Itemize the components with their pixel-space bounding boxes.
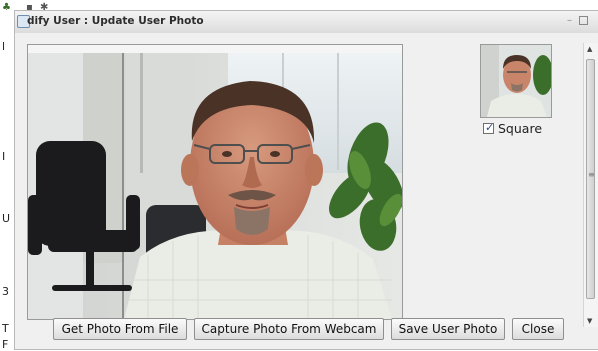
action-buttons: Get Photo From File Capture Photo From W… bbox=[53, 318, 564, 340]
close-button[interactable]: Close bbox=[512, 318, 564, 340]
save-user-photo-button[interactable]: Save User Photo bbox=[391, 318, 505, 340]
bg-text: 3 bbox=[2, 285, 9, 298]
scrollbar-thumb[interactable]: ≡ bbox=[586, 59, 595, 299]
get-photo-from-file-button[interactable]: Get Photo From File bbox=[53, 318, 187, 340]
photo-preview-thumbnail bbox=[480, 44, 552, 118]
square-label: Square bbox=[498, 121, 543, 136]
arrow-down-icon[interactable]: ▼ bbox=[587, 317, 592, 325]
minimize-button[interactable]: – bbox=[567, 15, 572, 26]
dialog-title: dify User : Update User Photo bbox=[27, 15, 204, 27]
preview-image bbox=[481, 45, 551, 117]
grip-icon: ≡ bbox=[588, 170, 595, 179]
checkmark-icon: ✓ bbox=[485, 121, 495, 134]
square-option[interactable]: ✓ Square bbox=[483, 121, 542, 136]
bg-text: I bbox=[2, 150, 6, 163]
vertical-scrollbar[interactable]: ▲ ≡ ▼ bbox=[583, 43, 598, 327]
dialog-content: ✓ Square ▲ ≡ ▼ Get Photo From File Captu… bbox=[15, 33, 598, 349]
bg-text: T bbox=[2, 322, 9, 335]
capture-photo-from-webcam-button[interactable]: Capture Photo From Webcam bbox=[194, 318, 384, 340]
maximize-button[interactable] bbox=[579, 16, 588, 25]
dialog-titlebar[interactable]: dify User : Update User Photo – bbox=[15, 11, 598, 34]
app-icon: ♣ bbox=[2, 2, 11, 13]
photo-canvas[interactable] bbox=[27, 44, 403, 320]
bg-text: F bbox=[2, 338, 9, 351]
update-photo-dialog: dify User : Update User Photo – ✓ Square… bbox=[14, 10, 598, 350]
webcam-photo bbox=[28, 45, 402, 319]
bg-text: U bbox=[2, 212, 11, 225]
arrow-up-icon[interactable]: ▲ bbox=[587, 45, 592, 53]
bg-text: l bbox=[2, 40, 6, 53]
square-checkbox[interactable]: ✓ bbox=[483, 121, 495, 134]
